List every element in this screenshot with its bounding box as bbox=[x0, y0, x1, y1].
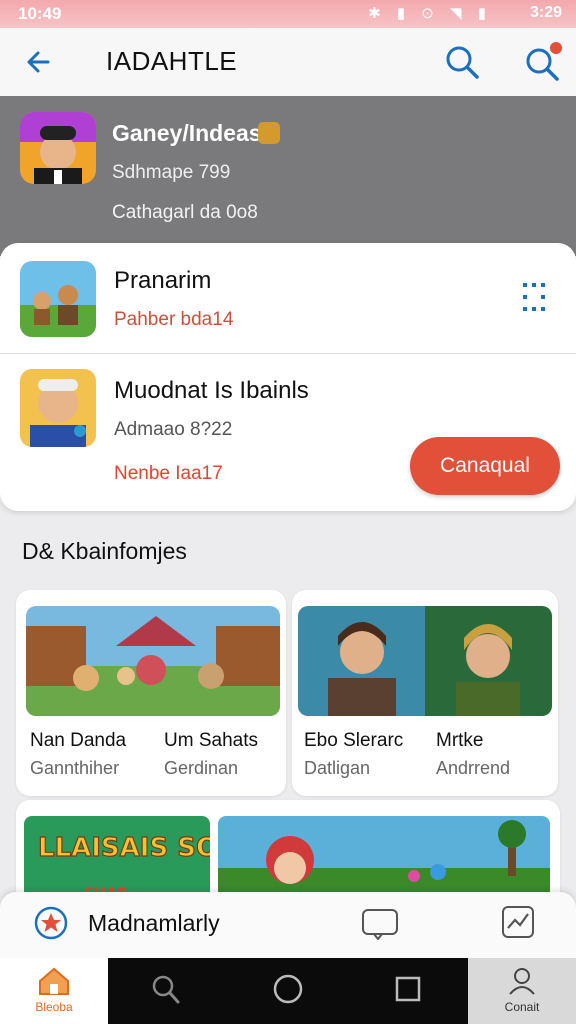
card-subtitle: Gannthiher bbox=[30, 758, 120, 778]
status-time: 10:49 bbox=[18, 4, 62, 23]
status-bar: 10:49 ✱ ▮ ⊙ ◥ ▮ 3:29 bbox=[0, 0, 576, 28]
game-subtitle: Admaao 8?22 bbox=[114, 419, 233, 440]
bottom-bar-label[interactable]: Madnamlarly bbox=[88, 910, 220, 937]
game-subtitle: Pahber bda14 bbox=[114, 309, 234, 330]
trending-icon[interactable] bbox=[500, 904, 536, 940]
star-icon[interactable] bbox=[34, 906, 68, 940]
nav-account[interactable] bbox=[468, 958, 576, 1024]
cancel-button[interactable]: Canaqual bbox=[410, 437, 560, 495]
card-title[interactable]: Nan Danda bbox=[30, 730, 126, 752]
divider bbox=[0, 353, 576, 354]
recents-icon[interactable] bbox=[394, 974, 422, 1004]
card-title[interactable]: Ebo Slerarc bbox=[304, 730, 403, 752]
card-title[interactable]: Um Sahats bbox=[164, 730, 258, 752]
search-icon[interactable] bbox=[150, 972, 182, 1006]
card-title[interactable]: Mrtke bbox=[436, 730, 484, 752]
section-title: D& Kbainfomjes bbox=[22, 538, 187, 564]
nav-account-label: Conait bbox=[504, 1000, 540, 1014]
game-card-group: Nan Danda Gannthiher Um Sahats Gerdinan bbox=[16, 590, 286, 796]
featured-title: Ganey/Indeas bbox=[112, 120, 262, 146]
status-icons: ✱ ▮ ⊙ ◥ ▮ bbox=[368, 5, 492, 22]
featured-game-thumbnail bbox=[20, 112, 96, 184]
promo-title-text: LLAISAIS SOCHIS bbox=[38, 833, 210, 863]
card-subtitle: Datligan bbox=[304, 758, 371, 778]
bottom-action-bar: Madnamlarly bbox=[0, 892, 576, 958]
home-circle-icon[interactable] bbox=[271, 972, 305, 1006]
page-title: IADAHTLE bbox=[106, 46, 238, 76]
nav-home[interactable] bbox=[0, 958, 108, 1024]
message-icon[interactable] bbox=[360, 906, 400, 940]
game-thumbnail bbox=[20, 369, 96, 447]
nav-home-label: Bleoba bbox=[35, 1000, 73, 1014]
search-icon[interactable] bbox=[442, 42, 482, 82]
game-title: Muodnat Is Ibainls bbox=[114, 377, 309, 404]
badge-icon bbox=[258, 122, 280, 144]
more-options-icon[interactable] bbox=[520, 281, 548, 313]
game-thumbnail bbox=[20, 261, 96, 337]
search-notification-icon[interactable] bbox=[520, 38, 566, 84]
account-icon bbox=[509, 968, 535, 995]
game-title: Pranarim bbox=[114, 267, 212, 294]
game-list: Pranarim Pahber bda14 Muodnat Is Ibainls… bbox=[0, 243, 576, 511]
back-arrow-icon[interactable] bbox=[22, 44, 58, 80]
game-artwork[interactable] bbox=[26, 606, 280, 716]
game-card-group: Ebo Slerarc Datligan Mrtke Andrrend bbox=[292, 590, 558, 796]
featured-subtitle: Sdhmape 799 bbox=[112, 162, 231, 183]
app-bar: IADAHTLE bbox=[0, 28, 576, 96]
featured-detail: Cathagarl da 0o8 bbox=[112, 202, 258, 223]
featured-header[interactable]: Ganey/Indeas Sdhmape 799 Cathagarl da 0o… bbox=[0, 96, 576, 256]
status-clock: 3:29 bbox=[529, 4, 562, 21]
game-meta: Nenbe Iaa17 bbox=[114, 463, 223, 484]
game-artwork[interactable] bbox=[298, 606, 552, 716]
card-subtitle: Gerdinan bbox=[164, 758, 239, 778]
home-icon bbox=[39, 967, 69, 995]
card-subtitle: Andrrend bbox=[436, 758, 511, 778]
